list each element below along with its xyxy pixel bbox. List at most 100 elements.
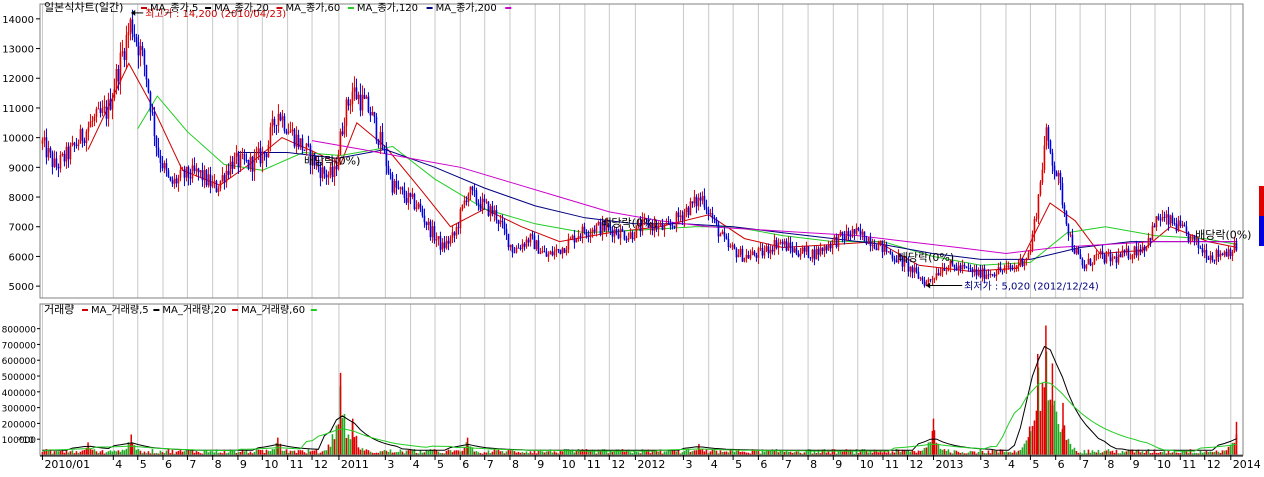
candle-body xyxy=(223,175,226,183)
candle-body xyxy=(965,266,968,268)
candle-body xyxy=(973,269,976,273)
volume-bar xyxy=(1049,399,1052,455)
candle-body xyxy=(297,134,300,148)
candle-body xyxy=(227,170,230,175)
candle-body xyxy=(633,237,636,240)
price-y-tick-label: 12000 xyxy=(2,74,34,85)
candle-body xyxy=(521,243,524,249)
legend-label: MA_종가,5 xyxy=(150,2,198,14)
volume-bar xyxy=(47,450,50,455)
candle-body xyxy=(1227,249,1230,257)
candle-body xyxy=(909,266,912,272)
candle-body xyxy=(517,247,520,249)
candle-body xyxy=(827,245,830,251)
candle-body xyxy=(705,207,708,210)
candle-body xyxy=(1097,253,1100,255)
volume-y-tick-label: 500000 xyxy=(2,373,37,383)
candle-body xyxy=(845,231,848,240)
legend-label: MA_종가,60 xyxy=(286,2,341,14)
candle-body xyxy=(539,252,542,254)
candle-body xyxy=(1005,265,1008,269)
candle-body xyxy=(819,247,822,255)
candle-body xyxy=(435,239,438,241)
candle-body xyxy=(443,242,446,249)
candle-body xyxy=(125,35,128,60)
candle-body xyxy=(177,177,180,184)
candle-body xyxy=(941,267,944,273)
candle-body xyxy=(333,166,336,178)
candle-body xyxy=(321,167,324,179)
candle-body xyxy=(967,267,970,269)
volume-bar xyxy=(541,451,544,455)
candle-body xyxy=(141,46,144,51)
candle-body xyxy=(193,165,196,171)
candle-body xyxy=(939,272,942,276)
candle-body xyxy=(117,69,120,82)
candle-body xyxy=(579,236,582,238)
candle-body xyxy=(221,175,224,181)
volume-bar xyxy=(851,451,854,455)
candle-body xyxy=(389,173,392,175)
volume-bar xyxy=(703,451,706,455)
volume-bar xyxy=(115,451,118,455)
volume-bar xyxy=(943,449,946,455)
volume-bar xyxy=(755,450,758,455)
candle-body xyxy=(63,153,66,162)
volume-bar xyxy=(487,450,490,455)
candle-body xyxy=(1111,257,1114,262)
legend-swatch xyxy=(347,7,354,9)
legend-swatch xyxy=(232,309,239,311)
candle-body xyxy=(79,129,82,144)
volume-bar xyxy=(449,450,452,455)
candle-body xyxy=(545,251,548,257)
candle-body xyxy=(295,134,298,147)
candle-body xyxy=(195,168,198,171)
candle-body xyxy=(113,89,116,99)
x-tick-label: 4 xyxy=(1008,458,1015,471)
volume-bar xyxy=(781,450,784,455)
annotation-label: 배당락(0%) xyxy=(898,251,954,264)
candle-body xyxy=(307,143,310,146)
candle-body xyxy=(49,148,52,153)
candle-body xyxy=(457,227,460,229)
candle-body xyxy=(477,202,480,204)
candle-body xyxy=(891,253,894,259)
candle-body xyxy=(211,181,214,187)
candle-body xyxy=(383,149,386,151)
candle-body xyxy=(1023,260,1026,267)
volume-bar xyxy=(59,451,62,455)
candle-body xyxy=(979,269,982,278)
candle-body xyxy=(369,111,372,116)
candle-body xyxy=(167,170,170,177)
candle-body xyxy=(491,206,494,215)
candle-body xyxy=(799,253,802,257)
candle-body xyxy=(1235,242,1238,251)
candle-body xyxy=(1127,248,1130,259)
candle-body xyxy=(95,109,98,117)
volume-bar xyxy=(315,449,318,455)
volume-bar xyxy=(139,450,142,455)
candle-body xyxy=(551,251,554,256)
volume-bar xyxy=(995,450,998,455)
volume-bar xyxy=(53,451,56,455)
candle-body xyxy=(415,207,418,209)
candle-body xyxy=(429,221,432,238)
volume-bar xyxy=(1041,382,1044,455)
candle-body xyxy=(1179,220,1182,226)
candle-body xyxy=(153,111,156,137)
volume-bar xyxy=(993,450,996,455)
volume-bar xyxy=(937,443,940,455)
candle-body xyxy=(847,231,850,236)
legend-swatch xyxy=(310,309,317,311)
candle-body xyxy=(1027,253,1030,259)
candle-body xyxy=(995,274,998,277)
x-tick-label: 11 xyxy=(1182,458,1196,471)
candle-body xyxy=(801,247,804,254)
candle-body xyxy=(247,160,250,169)
volume-bar xyxy=(1111,450,1114,455)
candle-body xyxy=(797,253,800,257)
volume-bar xyxy=(255,449,258,455)
candle-body xyxy=(887,251,890,252)
volume-bar xyxy=(501,451,504,455)
volume-bar xyxy=(171,449,174,455)
